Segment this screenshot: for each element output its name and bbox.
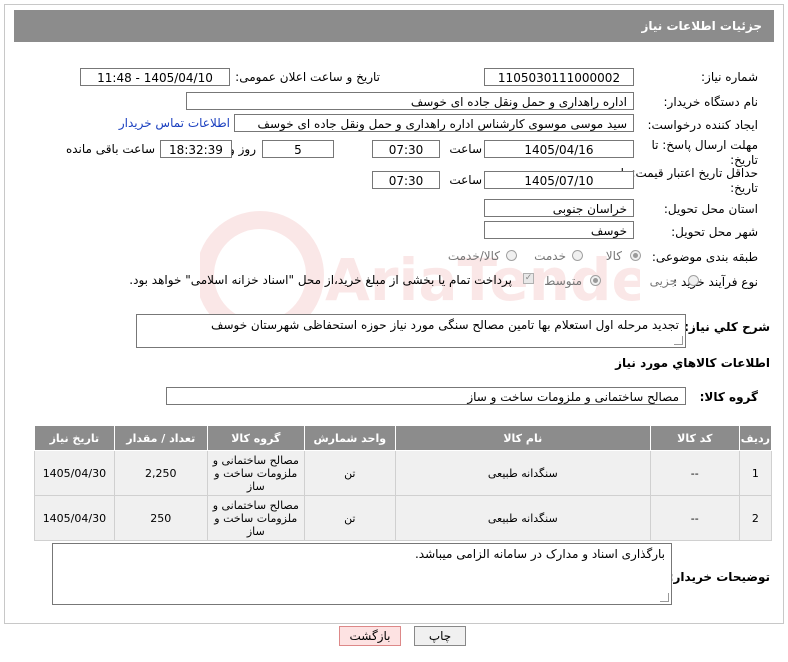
goods-group-field: مصالح ساختمانی و ملزومات ساخت و ساز <box>166 387 686 405</box>
cell-row: 1 <box>738 450 773 496</box>
col-qty: تعداد / مقدار <box>113 425 208 451</box>
remaining-time-field: 18:32:39 <box>160 140 232 158</box>
process-option-medium: متوسط <box>544 274 582 288</box>
buyer-notes-textarea[interactable]: بارگذاری اسناد و مدارک در سامانه الزامی … <box>52 543 672 605</box>
goods-table: ردیف کد کالا نام کالا واحد شمارش گروه کا… <box>34 425 773 541</box>
validity-time-field: 07:30 <box>372 171 440 189</box>
buyer-org-label: نام دستگاه خریدار: <box>663 95 759 109</box>
goods-table-header: ردیف کد کالا نام کالا واحد شمارش گروه کا… <box>34 425 773 451</box>
cell-unit: تن <box>303 495 396 541</box>
need-number-field: 1105030111000002 <box>484 68 634 86</box>
buyer-org-field: اداره راهداری و حمل ونقل جاده ای خوسف <box>186 92 634 110</box>
cell-qty: 2,250 <box>113 450 208 496</box>
category-label: طبقه بندی موضوعی: <box>651 250 758 264</box>
goods-group-label: گروه کالا: <box>699 390 758 404</box>
col-code: کد کالا <box>649 425 740 451</box>
category-option-goods: کالا <box>605 249 622 263</box>
buyer-notes-text: بارگذاری اسناد و مدارک در سامانه الزامی … <box>414 547 665 561</box>
resize-handle[interactable] <box>674 336 683 345</box>
table-row: 1 -- سنگدانه طبیعی تن مصالح ساختمانی و م… <box>34 450 773 496</box>
category-option-goods-service: کالا/خدمت <box>447 249 500 263</box>
cell-date: 1405/04/30 <box>34 495 115 541</box>
col-row: ردیف <box>738 425 773 451</box>
table-row: 2 -- سنگدانه طبیعی تن مصالح ساختمانی و م… <box>34 495 773 541</box>
buyer-contact-link[interactable]: اطلاعات تماس خریدار <box>119 116 230 130</box>
announce-label: تاریخ و ساعت اعلان عمومی: <box>235 70 380 84</box>
creator-label: ایجاد کننده درخواست: <box>647 118 758 132</box>
category-radio-service[interactable] <box>572 250 583 261</box>
print-button[interactable]: چاپ <box>414 626 466 646</box>
process-radio-minor[interactable] <box>688 275 699 286</box>
process-option-minor: جزیی <box>649 274 677 288</box>
cell-unit: تن <box>303 450 396 496</box>
col-name: نام کالا <box>394 425 651 451</box>
cell-row: 2 <box>738 495 773 541</box>
cell-name: سنگدانه طبیعی <box>394 450 651 496</box>
goods-section-title: اطلاعات کالاهاي مورد نياز <box>615 356 770 370</box>
announce-field: 1405/04/10 - 11:48 <box>80 68 230 86</box>
days-field: 5 <box>262 140 334 158</box>
province-label: استان محل تحویل: <box>663 202 758 216</box>
back-button[interactable]: بازگشت <box>339 626 401 646</box>
treasury-checkbox[interactable]: ✓ <box>523 273 534 284</box>
col-date: تاریخ نیاز <box>34 425 115 451</box>
category-radio-goods[interactable] <box>630 250 641 261</box>
description-text: تجدید مرحله اول استعلام بها تامین مصالح … <box>211 318 679 332</box>
city-field: خوسف <box>484 221 634 239</box>
payment-note: پرداخت تمام یا بخشی از مبلغ خرید،از محل … <box>129 273 512 287</box>
validity-time-label: ساعت <box>449 173 482 187</box>
cell-date: 1405/04/30 <box>34 450 115 496</box>
deadline-date-field: 1405/04/16 <box>484 140 634 158</box>
validity-label: حداقل تاریخ اعتبار قیمت: تا تاریخ: <box>620 166 758 195</box>
cell-group: مصالح ساختمانی و ملزومات ساخت و ساز <box>206 495 305 541</box>
deadline-time-label: ساعت <box>449 142 482 156</box>
cell-code: -- <box>649 450 740 496</box>
cell-code: -- <box>649 495 740 541</box>
validity-date-field: 1405/07/10 <box>484 171 634 189</box>
days-label: روز و <box>229 142 256 156</box>
description-label: شرح کلي نياز: <box>684 320 770 334</box>
deadline-time-field: 07:30 <box>372 140 440 158</box>
process-label: نوع فرآیند خرید : <box>673 275 758 289</box>
remaining-label: ساعت باقی مانده <box>65 142 155 156</box>
col-group: گروه کالا <box>206 425 305 451</box>
col-unit: واحد شمارش <box>303 425 396 451</box>
province-field: خراسان جنوبی <box>484 199 634 217</box>
page-header: جزئیات اطلاعات نیاز <box>14 10 774 42</box>
cell-name: سنگدانه طبیعی <box>394 495 651 541</box>
page-title: جزئیات اطلاعات نیاز <box>641 19 762 33</box>
category-radio-goods-service[interactable] <box>506 250 517 261</box>
category-option-service: خدمت <box>534 249 566 263</box>
process-radio-medium[interactable] <box>590 275 601 286</box>
need-number-label: شماره نیاز: <box>701 70 758 84</box>
buyer-notes-label: توضیحات خریدار: <box>668 570 770 584</box>
city-label: شهر محل تحویل: <box>671 225 758 239</box>
resize-handle[interactable] <box>660 593 669 602</box>
cell-qty: 250 <box>113 495 208 541</box>
creator-field: سید موسی موسوی کارشناس اداره راهداری و ح… <box>234 114 634 132</box>
cell-group: مصالح ساختمانی و ملزومات ساخت و ساز <box>206 450 305 496</box>
description-textarea[interactable]: تجدید مرحله اول استعلام بها تامین مصالح … <box>136 314 686 348</box>
deadline-label: مهلت ارسال پاسخ: تا تاریخ: <box>651 138 758 167</box>
